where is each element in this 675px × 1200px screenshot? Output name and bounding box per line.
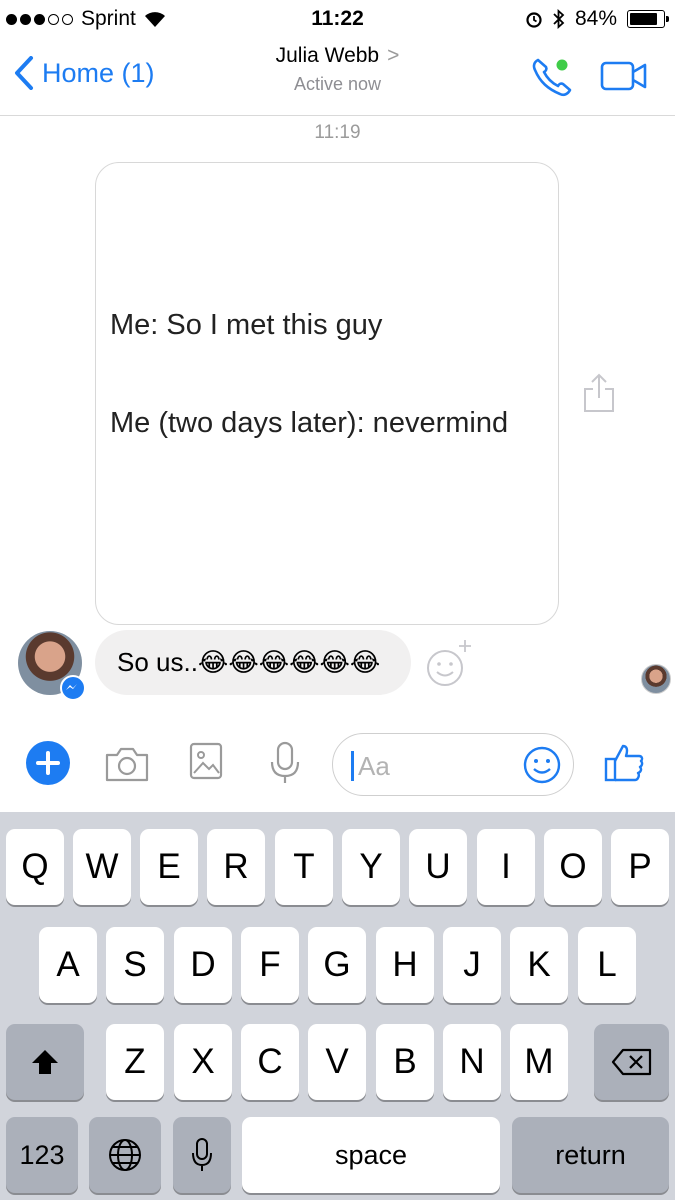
- more-actions-button[interactable]: [26, 741, 70, 785]
- text-message-content: So us..😂😂😂😂😂😂: [117, 647, 381, 677]
- key-u[interactable]: U: [409, 829, 467, 905]
- key-o[interactable]: O: [544, 829, 602, 905]
- key-g[interactable]: G: [308, 927, 366, 1003]
- on-screen-keyboard: Q W E R T Y U I O P A S D F G H J K L Z …: [0, 812, 675, 1200]
- chevron-right-icon: >: [387, 44, 400, 67]
- key-p[interactable]: P: [611, 829, 669, 905]
- key-a[interactable]: A: [39, 927, 97, 1003]
- contact-name: Julia Webb: [275, 44, 380, 67]
- message-input[interactable]: Aa: [332, 733, 574, 796]
- key-b[interactable]: B: [376, 1024, 434, 1100]
- microphone-icon[interactable]: [268, 740, 302, 786]
- key-s[interactable]: S: [106, 927, 164, 1003]
- conversation-header: Home (1) Julia Webb > Active now: [0, 38, 675, 116]
- space-key[interactable]: space: [242, 1117, 500, 1193]
- alarm-icon: [526, 12, 542, 28]
- seen-receipt-avatar: [641, 664, 671, 694]
- key-w[interactable]: W: [73, 829, 131, 905]
- image-text-line-1: Me: So I met this guy: [110, 309, 383, 341]
- message-timestamp: 11:19: [314, 122, 361, 143]
- battery-percent: 84%: [574, 7, 617, 30]
- key-z[interactable]: Z: [106, 1024, 164, 1100]
- key-m[interactable]: M: [510, 1024, 568, 1100]
- backspace-icon: [611, 1048, 651, 1076]
- key-q[interactable]: Q: [6, 829, 64, 905]
- image-text-line-2: Me (two days later): nevermind: [110, 407, 509, 439]
- globe-icon: [109, 1139, 141, 1171]
- key-l[interactable]: L: [578, 927, 636, 1003]
- emoji-icon[interactable]: [522, 745, 562, 785]
- status-right: 84%: [525, 7, 669, 31]
- message-input-placeholder: Aa: [358, 751, 390, 781]
- key-v[interactable]: V: [308, 1024, 366, 1100]
- key-c[interactable]: C: [241, 1024, 299, 1100]
- video-call-icon[interactable]: [600, 60, 648, 92]
- key-k[interactable]: K: [510, 927, 568, 1003]
- shift-key[interactable]: [6, 1024, 84, 1100]
- return-key[interactable]: return: [512, 1117, 669, 1193]
- phone-call-icon[interactable]: [530, 56, 576, 98]
- text-cursor: [351, 751, 354, 781]
- microphone-icon: [192, 1138, 212, 1171]
- thumbs-up-icon[interactable]: [603, 742, 645, 784]
- status-bar: Sprint 11:22 84%: [0, 0, 675, 38]
- image-message[interactable]: Me: So I met this guy Me (two days later…: [95, 162, 559, 625]
- key-y[interactable]: Y: [342, 829, 400, 905]
- dictation-key[interactable]: [173, 1117, 231, 1193]
- globe-key[interactable]: [89, 1117, 161, 1193]
- add-reaction-icon[interactable]: [425, 638, 473, 688]
- key-t[interactable]: T: [275, 829, 333, 905]
- plus-icon: [36, 751, 60, 775]
- key-n[interactable]: N: [443, 1024, 501, 1100]
- text-message[interactable]: So us..😂😂😂😂😂😂: [95, 630, 411, 695]
- key-j[interactable]: J: [443, 927, 501, 1003]
- backspace-key[interactable]: [594, 1024, 669, 1100]
- photo-gallery-icon[interactable]: [188, 741, 224, 781]
- key-i[interactable]: I: [477, 829, 535, 905]
- bluetooth-icon: [553, 9, 565, 29]
- battery-icon: [627, 10, 669, 28]
- message-composer: Aa: [0, 720, 675, 812]
- messenger-badge-icon: [60, 675, 86, 701]
- shift-icon: [32, 1050, 58, 1074]
- key-x[interactable]: X: [174, 1024, 232, 1100]
- camera-icon[interactable]: [104, 743, 150, 783]
- key-e[interactable]: E: [140, 829, 198, 905]
- numbers-key[interactable]: 123: [6, 1117, 78, 1193]
- key-r[interactable]: R: [207, 829, 265, 905]
- share-icon[interactable]: [582, 372, 616, 414]
- key-d[interactable]: D: [174, 927, 232, 1003]
- key-h[interactable]: H: [376, 927, 434, 1003]
- key-f[interactable]: F: [241, 927, 299, 1003]
